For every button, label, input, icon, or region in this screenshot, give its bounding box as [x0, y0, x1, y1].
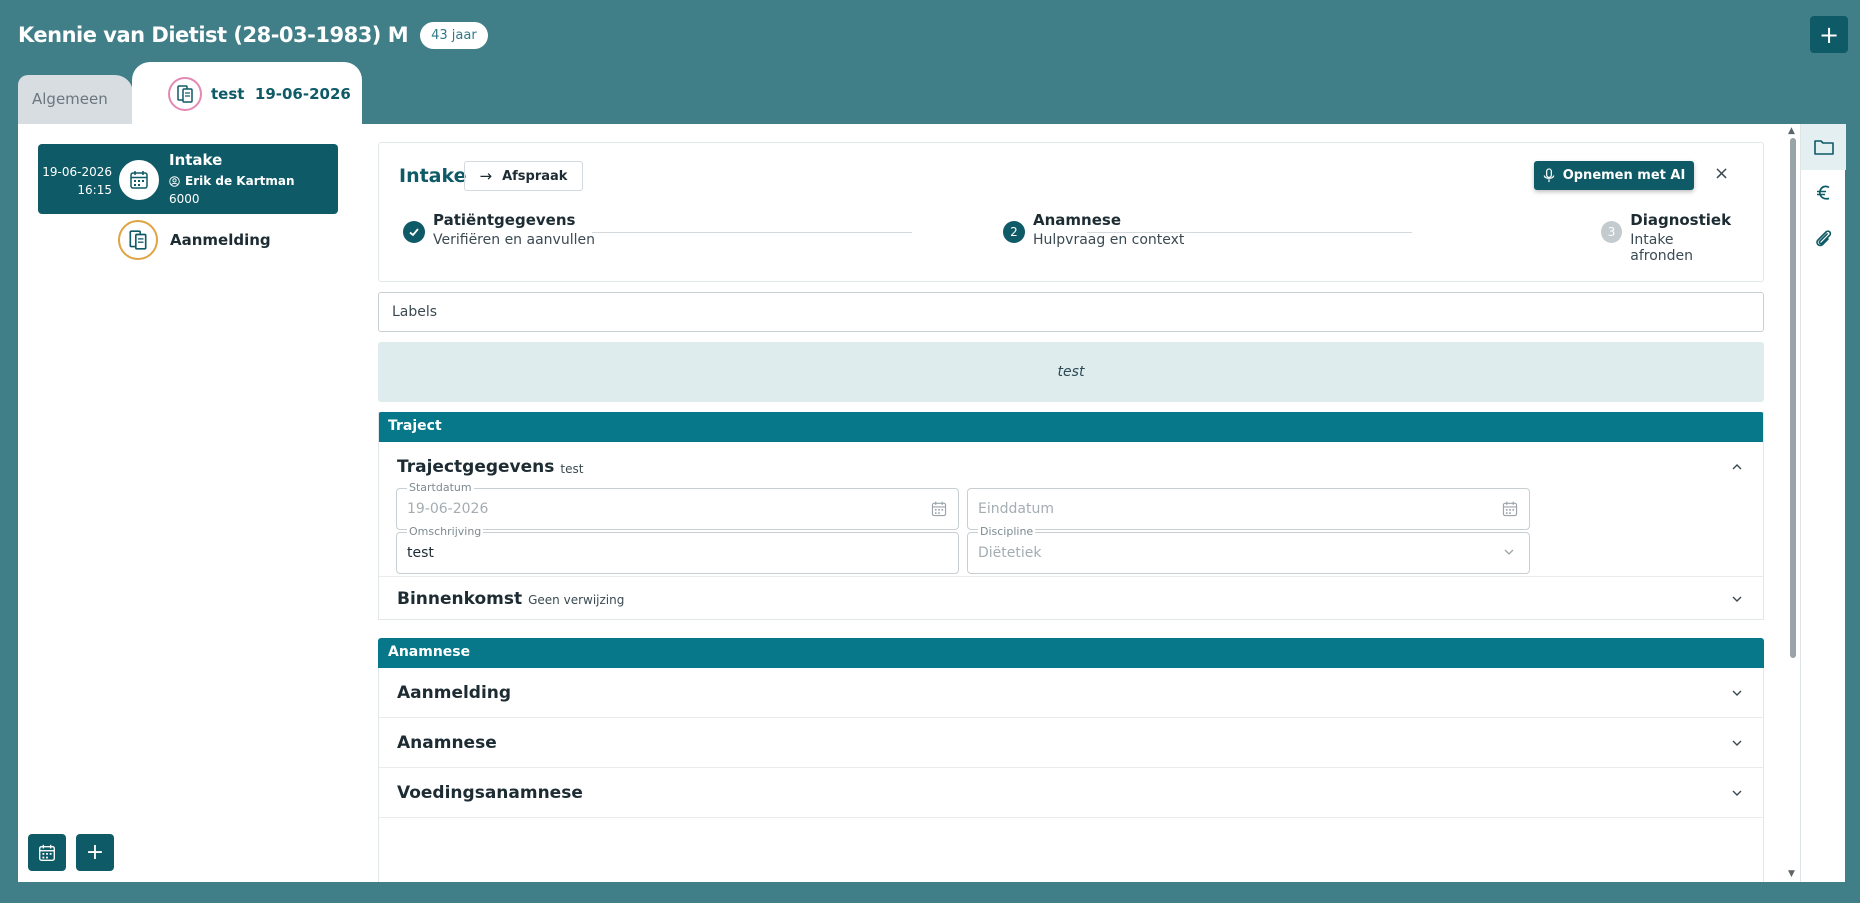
- calendar-icon[interactable]: [1501, 500, 1519, 522]
- step-diagnostiek[interactable]: 3 Diagnostiek Intake afronden: [1601, 211, 1737, 264]
- folder-button[interactable]: [1801, 124, 1846, 170]
- scrollbar[interactable]: ▲ ▼: [1786, 124, 1800, 882]
- appointment-list: 19-06-2026 16:15 Intake Erik de Kartman …: [18, 124, 358, 882]
- euro-icon: [1814, 183, 1834, 203]
- arrow-right-icon: →: [479, 167, 493, 185]
- microphone-icon: [1543, 168, 1555, 183]
- step-connector: [592, 232, 912, 233]
- einddatum-field[interactable]: Einddatum: [967, 488, 1530, 530]
- note-text: test: [378, 342, 1764, 402]
- labels-input[interactable]: Labels: [378, 292, 1764, 332]
- age-badge: 43 jaar: [420, 21, 488, 49]
- scrollbar-thumb[interactable]: [1790, 138, 1796, 658]
- right-toolbar: [1800, 124, 1846, 882]
- intake-stepper: Patiëntgegevens Verifiëren en aanvullen …: [403, 211, 1737, 264]
- attachments-button[interactable]: [1801, 216, 1846, 262]
- record-with-ai-button[interactable]: Opnemen met AI: [1534, 161, 1694, 190]
- calendar-icon[interactable]: [930, 500, 948, 522]
- traject-section: Trajectgegevens test Startdatum 19-06-20…: [378, 412, 1764, 620]
- step-patientgegevens[interactable]: Patiëntgegevens Verifiëren en aanvullen: [403, 211, 595, 248]
- intake-appointment-card[interactable]: 19-06-2026 16:15 Intake Erik de Kartman …: [38, 144, 338, 214]
- patient-header: Kennie van Dietist (28-03-1983) M 43 jaa…: [18, 14, 488, 56]
- binnenkomst-accordion[interactable]: Binnenkomst Geen verwijzing: [379, 576, 1763, 620]
- startdatum-field[interactable]: Startdatum 19-06-2026: [396, 481, 959, 530]
- paperclip-icon: [1814, 229, 1834, 249]
- chevron-down-icon: [1503, 545, 1515, 559]
- check-icon: [403, 221, 425, 243]
- close-icon[interactable]: ×: [1714, 163, 1729, 184]
- intake-title: Intake: [399, 165, 467, 187]
- appointment-user: Erik de Kartman: [169, 174, 295, 188]
- add-button[interactable]: +: [1810, 16, 1848, 53]
- step-number: 2: [1003, 221, 1025, 243]
- main-panel: Intake → Afspraak Opnemen met AI × Patië…: [378, 142, 1764, 882]
- aanmelding-item[interactable]: Aanmelding: [118, 220, 271, 260]
- omschrijving-field[interactable]: Omschrijving test: [396, 525, 959, 574]
- appointment-code: 6000: [169, 192, 200, 206]
- finance-button[interactable]: [1801, 170, 1846, 216]
- voedingsanamnese-accordion[interactable]: Voedingsanamnese: [379, 768, 1763, 818]
- aanmelding-label: Aanmelding: [170, 231, 271, 249]
- anamnese-section-header: Anamnese: [378, 638, 1764, 668]
- document-icon: [168, 77, 202, 111]
- content-panel: 19-06-2026 16:15 Intake Erik de Kartman …: [18, 124, 1846, 882]
- trajectgegevens-accordion[interactable]: Trajectgegevens test: [379, 442, 1763, 492]
- step-anamnese[interactable]: 2 Anamnese Hulpvraag en context: [1003, 211, 1184, 248]
- chevron-down-icon: [1731, 785, 1743, 801]
- user-icon: [169, 175, 180, 187]
- appointment-title: Intake: [169, 151, 223, 169]
- anamnese-section: Aanmelding Anamnese Voedingsanamnese: [378, 668, 1764, 882]
- scroll-up-icon[interactable]: ▲: [1788, 126, 1795, 136]
- chevron-down-icon: [1731, 685, 1743, 701]
- afspraak-button[interactable]: → Afspraak: [464, 161, 583, 191]
- tab-traject[interactable]: test 19-06-2026: [132, 62, 362, 126]
- chevron-up-icon: [1731, 459, 1743, 475]
- add-appointment-button[interactable]: +: [76, 834, 114, 871]
- folder-icon: [1813, 138, 1835, 156]
- calendar-icon: [37, 843, 57, 863]
- step-number: 3: [1601, 221, 1623, 243]
- aanmelding-accordion[interactable]: Aanmelding: [379, 668, 1763, 718]
- chevron-down-icon: [1731, 591, 1743, 607]
- calendar-icon: [119, 160, 159, 200]
- intake-step-card: Intake → Afspraak Opnemen met AI × Patië…: [378, 142, 1764, 282]
- document-icon: [118, 220, 158, 260]
- appointment-datetime: 19-06-2026 16:15: [42, 165, 112, 197]
- chevron-down-icon: [1731, 735, 1743, 751]
- tab-algemeen[interactable]: Algemeen: [18, 75, 133, 125]
- anamnese-accordion[interactable]: Anamnese: [379, 718, 1763, 768]
- scroll-down-icon[interactable]: ▼: [1788, 869, 1795, 879]
- tab-traject-label: test 19-06-2026: [211, 85, 351, 103]
- discipline-select[interactable]: Discipline Diëtetiek: [967, 525, 1530, 574]
- patient-name: Kennie van Dietist (28-03-1983) M: [18, 23, 409, 47]
- calendar-button[interactable]: [28, 834, 66, 871]
